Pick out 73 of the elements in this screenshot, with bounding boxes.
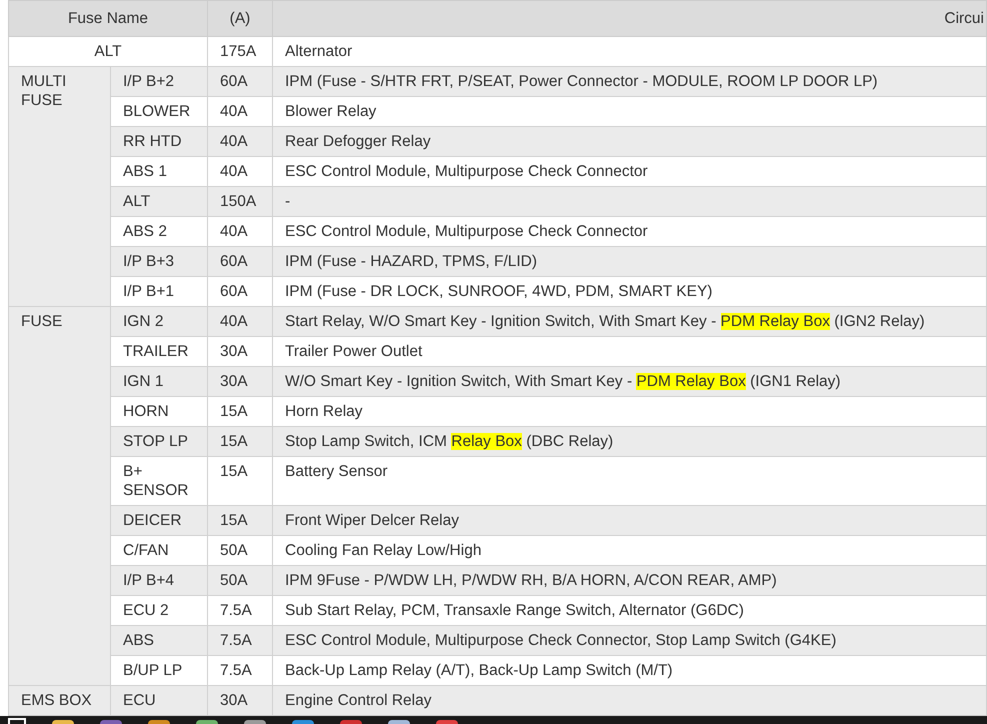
table-cell: ESC Control Module, Multipurpose Check Connector, Stop Lamp Switch (G4KE) xyxy=(272,626,986,656)
table-cell: ALT xyxy=(110,186,208,216)
table-cell: 30A xyxy=(208,686,272,716)
table-cell: W/O Smart Key - Ignition Switch, With Smart Key - PDM Relay Box (IGN1 Relay) xyxy=(272,366,986,396)
table-cell: 50A xyxy=(208,566,272,596)
table-cell: 175A xyxy=(208,36,272,66)
table-cell: Cooling Fan Relay Low/High xyxy=(272,536,986,566)
table-cell: I/P B+2 xyxy=(110,66,208,96)
table-cell: BLOWER xyxy=(110,96,208,126)
table-cell: 15A xyxy=(208,426,272,456)
table-cell: Rear Defogger Relay xyxy=(272,126,986,156)
table-cell: 150A xyxy=(208,186,272,216)
table-cell: MULTI FUSE xyxy=(8,66,110,306)
table-cell: HORN xyxy=(110,396,208,426)
table-cell: STOP LP xyxy=(110,426,208,456)
table-cell: 60A xyxy=(208,276,272,306)
table-cell: Alternator xyxy=(272,36,986,66)
table-cell: 7.5A xyxy=(208,656,272,686)
table-cell: 40A xyxy=(208,306,272,336)
table-cell: B+ SENSOR xyxy=(110,456,208,506)
table-cell: ECU 2 xyxy=(110,596,208,626)
table-cell: ABS 1 xyxy=(110,156,208,186)
table-cell: I/P B+4 xyxy=(110,566,208,596)
table-cell: ALT xyxy=(8,36,208,66)
table-cell: IPM 9Fuse - P/WDW LH, P/WDW RH, B/A HORN, A/CON REAR, AMP) xyxy=(272,566,986,596)
table-cell: IGN 1 xyxy=(110,366,208,396)
table-cell: IPM (Fuse - HAZARD, TPMS, F/LID) xyxy=(272,246,986,276)
table-cell: Engine Control Relay xyxy=(272,686,986,716)
table-cell: ESC Control Module, Multipurpose Check Connector xyxy=(272,216,986,246)
table-cell: 7.5A xyxy=(208,596,272,626)
table-cell: 7.5A xyxy=(208,626,272,656)
table-cell: RR HTD xyxy=(110,126,208,156)
table-cell: C/FAN xyxy=(110,536,208,566)
table-cell: 60A xyxy=(208,246,272,276)
table-cell: ABS 2 xyxy=(110,216,208,246)
table-cell: TRAILER xyxy=(110,336,208,366)
table-cell: Blower Relay xyxy=(272,96,986,126)
table-cell: Front Wiper Delcer Relay xyxy=(272,506,986,536)
table-cell: B/UP LP xyxy=(110,656,208,686)
table-cell: 40A xyxy=(208,216,272,246)
table-cell: Sub Start Relay, PCM, Transaxle Range Switch, Alternator (G6DC) xyxy=(272,596,986,626)
table-cell: 15A xyxy=(208,396,272,426)
table-cell: 60A xyxy=(208,66,272,96)
table-cell: I/P B+3 xyxy=(110,246,208,276)
table-cell: IPM (Fuse - S/HTR FRT, P/SEAT, Power Connector - MODULE, ROOM LP DOOR LP) xyxy=(272,66,986,96)
table-cell: IGN 2 xyxy=(110,306,208,336)
table-cell: ESC Control Module, Multipurpose Check Connector xyxy=(272,156,986,186)
table-cell: 15A xyxy=(208,456,272,506)
table-cell: 50A xyxy=(208,536,272,566)
table-cell: 30A xyxy=(208,336,272,366)
table-cell: FUSE xyxy=(8,306,110,686)
table-cell: Back-Up Lamp Relay (A/T), Back-Up Lamp Switch (M/T) xyxy=(272,656,986,686)
table-cell: Horn Relay xyxy=(272,396,986,426)
column-header: (A) xyxy=(208,0,272,36)
column-header: Circui xyxy=(272,0,986,36)
table-cell: IPM (Fuse - DR LOCK, SUNROOF, 4WD, PDM, SMART KEY) xyxy=(272,276,986,306)
table-cell: 40A xyxy=(208,156,272,186)
table-cell: DEICER xyxy=(110,506,208,536)
table-cell: ECU xyxy=(110,686,208,716)
table-cell: 15A xyxy=(208,506,272,536)
table-cell: 40A xyxy=(208,96,272,126)
table-cell: Start Relay, W/O Smart Key - Ignition Switch, With Smart Key - PDM Relay Box (IGN2 Relay) xyxy=(272,306,986,336)
table-cell: - xyxy=(272,186,986,216)
table-cell: EMS BOX xyxy=(8,686,110,716)
table-cell: 40A xyxy=(208,126,272,156)
table-cell: ABS xyxy=(110,626,208,656)
column-header: Fuse Name xyxy=(8,0,208,36)
table-cell: Trailer Power Outlet xyxy=(272,336,986,366)
table-cell: I/P B+1 xyxy=(110,276,208,306)
table-cell: Stop Lamp Switch, ICM Relay Box (DBC Relay) xyxy=(272,426,986,456)
table-cell: 30A xyxy=(208,366,272,396)
table-cell: Battery Sensor xyxy=(272,456,986,506)
start-icon[interactable] xyxy=(8,718,26,724)
